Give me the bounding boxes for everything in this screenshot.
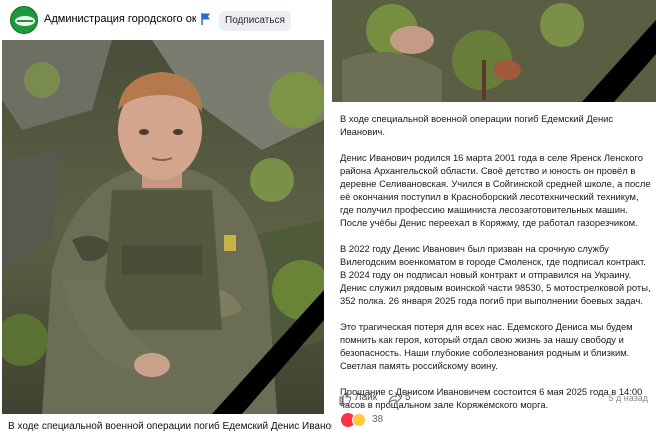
- like-button[interactable]: Лайк: [355, 392, 377, 403]
- post-text: В ходе специальной военной операции поги…: [340, 112, 652, 424]
- flag-icon[interactable]: [200, 12, 212, 26]
- right-post: В ходе специальной военной операции поги…: [332, 0, 656, 438]
- post-header: Администрация городского округа "Г... По…: [0, 0, 328, 40]
- subscribe-button[interactable]: Подписаться: [219, 11, 291, 31]
- share-icon[interactable]: [388, 391, 402, 405]
- post-paragraph: В ходе специальной военной операции поги…: [340, 113, 614, 137]
- group-name[interactable]: Администрация городского округа "Г...: [44, 13, 196, 25]
- share-count: 5: [405, 392, 411, 403]
- reaction-count: 38: [372, 414, 384, 425]
- sad-reaction-icon: [352, 413, 366, 427]
- like-icon[interactable]: [338, 391, 352, 405]
- post-timestamp: 5 д назад: [608, 393, 648, 403]
- post-actions: Лайк 5 5 д назад: [332, 388, 656, 410]
- reactions[interactable]: 38: [332, 410, 656, 430]
- photo-caption: В ходе специальной военной операции поги…: [8, 421, 350, 432]
- page: Администрация городского округа "Г... По…: [0, 0, 656, 438]
- group-avatar[interactable]: [10, 6, 38, 34]
- left-post: Администрация городского округа "Г... По…: [0, 0, 350, 438]
- post-paragraph: Это трагическая потеря для всех нас. Еде…: [340, 321, 633, 371]
- soldier-photo[interactable]: [2, 40, 324, 414]
- post-paragraph: В 2022 году Денис Иванович был призван н…: [340, 243, 651, 306]
- soldier-photo-crop[interactable]: [332, 0, 656, 102]
- post-paragraph: Денис Иванович родился 16 марта 2001 год…: [340, 152, 651, 228]
